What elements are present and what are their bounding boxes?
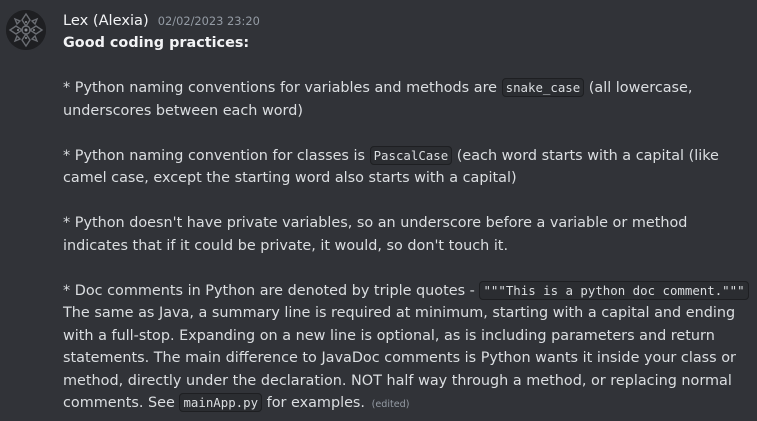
- author-name[interactable]: Lex (Alexia): [63, 12, 149, 29]
- message-content: Good coding practices: * Python naming c…: [63, 32, 751, 417]
- paragraph-doc-comments: * Doc comments in Python are denoted by …: [63, 280, 751, 417]
- paragraph-text: * Python naming conventions for variable…: [63, 80, 498, 96]
- edited-label[interactable]: (edited): [372, 399, 410, 410]
- inline-code: snake_case: [501, 78, 585, 97]
- paragraph-text: The same as Java, a summary line is requ…: [63, 305, 736, 411]
- paragraph-naming-classes: * Python naming convention for classes i…: [63, 145, 751, 190]
- paragraph-text: for examples.: [266, 395, 365, 411]
- paragraph-text: * Doc comments in Python are denoted by …: [63, 282, 475, 299]
- chat-message: Lex (Alexia) 02/02/2023 23:20 Good codin…: [0, 0, 757, 421]
- inline-code-filename: mainApp.py: [179, 393, 263, 412]
- paragraph-text: * Python naming convention for classes i…: [63, 147, 365, 164]
- message-timestamp[interactable]: 02/02/2023 23:20: [158, 14, 260, 28]
- paragraph-naming-variables: * Python naming conventions for variable…: [63, 77, 751, 122]
- inline-code: PascalCase: [369, 145, 453, 165]
- inline-code: """This is a python doc comment.""": [479, 280, 749, 300]
- user-avatar-icon[interactable]: [6, 10, 46, 50]
- message-heading: Good coding practices:: [63, 35, 250, 51]
- message-header: Lex (Alexia) 02/02/2023 23:20: [63, 10, 260, 32]
- paragraph-private-variables: * Python doesn't have private variables,…: [63, 215, 688, 254]
